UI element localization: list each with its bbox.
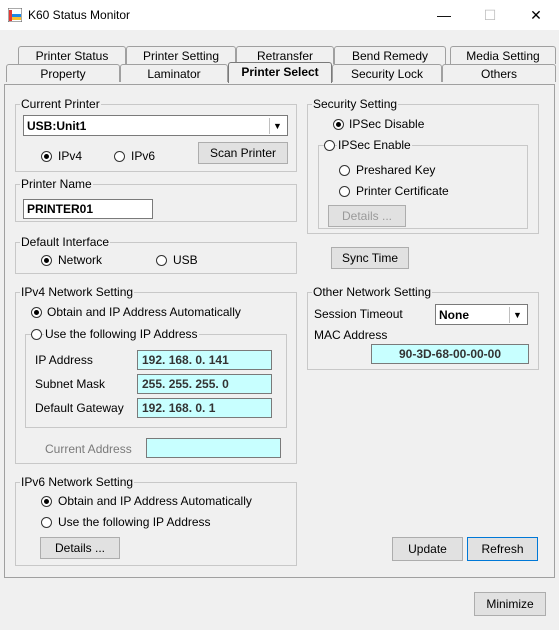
ipv4-network-group: IPv4 Network Setting Obtain and IP Addre… xyxy=(15,285,297,464)
ipsec-enable-group: IPSec Enable Preshared Key Printer Certi… xyxy=(318,138,528,229)
default-gateway-label: Default Gateway xyxy=(35,401,124,415)
preshared-key-radio[interactable] xyxy=(339,165,350,176)
mac-address-label: MAC Address xyxy=(314,328,388,342)
security-legend: Security Setting xyxy=(312,97,399,111)
printer-certificate-label: Printer Certificate xyxy=(356,184,449,198)
network-label: Network xyxy=(58,253,103,267)
tab-laminator[interactable]: Laminator xyxy=(120,64,228,82)
close-window-button[interactable]: ✕ xyxy=(513,0,559,30)
ipv4-radio[interactable] xyxy=(41,151,52,162)
subnet-mask-field[interactable]: 255. 255. 255. 0 xyxy=(137,374,272,394)
tab-bend-remedy[interactable]: Bend Remedy xyxy=(334,46,446,64)
app-icon xyxy=(8,8,22,22)
subnet-mask-label: Subnet Mask xyxy=(35,377,106,391)
ipv6-auto-label: Obtain and IP Address Automatically xyxy=(58,494,252,508)
security-details-button[interactable]: Details ... xyxy=(328,205,406,227)
maximize-window-button[interactable]: ☐ xyxy=(467,0,513,30)
printer-name-field[interactable]: PRINTER01 xyxy=(23,199,153,219)
printer-name-legend: Printer Name xyxy=(20,177,93,191)
update-button[interactable]: Update xyxy=(392,537,463,561)
chevron-down-icon: ▼ xyxy=(269,118,285,134)
mac-address-field: 90-3D-68-00-00-00 xyxy=(371,344,529,364)
ipv4-manual-radio[interactable] xyxy=(31,329,42,340)
ipsec-disable-radio[interactable] xyxy=(333,119,344,130)
preshared-key-label: Preshared Key xyxy=(356,163,436,177)
ipsec-enable-label: IPSec Enable xyxy=(337,138,412,152)
usb-radio[interactable] xyxy=(156,255,167,266)
tab-printer-status[interactable]: Printer Status xyxy=(18,46,126,64)
ip-address-label: IP Address xyxy=(35,353,93,367)
ipv6-legend: IPv6 Network Setting xyxy=(20,475,135,489)
ipv4-legend: IPv4 Network Setting xyxy=(20,285,135,299)
minimize-window-button[interactable]: — xyxy=(421,0,467,30)
chevron-down-icon: ▼ xyxy=(509,307,525,323)
title-bar: K60 Status Monitor — ☐ ✕ xyxy=(0,0,559,30)
ipv6-auto-radio[interactable] xyxy=(41,496,52,507)
ipv4-auto-label: Obtain and IP Address Automatically xyxy=(47,305,241,319)
default-interface-group: Default Interface Network USB xyxy=(15,235,297,274)
current-address-field xyxy=(146,438,281,458)
ipv4-manual-group: Use the following IP Address IP Address … xyxy=(25,327,287,428)
tab-others[interactable]: Others xyxy=(442,64,556,82)
ipv6-manual-label: Use the following IP Address xyxy=(58,515,211,529)
default-interface-legend: Default Interface xyxy=(20,235,111,249)
other-network-legend: Other Network Setting xyxy=(312,285,433,299)
usb-label: USB xyxy=(173,253,198,267)
ipv4-manual-label: Use the following IP Address xyxy=(44,327,199,341)
ipsec-enable-radio[interactable] xyxy=(324,140,335,151)
current-printer-legend: Current Printer xyxy=(20,97,101,111)
refresh-button[interactable]: Refresh xyxy=(467,537,538,561)
current-address-label: Current Address xyxy=(45,442,132,456)
current-printer-select[interactable]: USB:Unit1 ▼ xyxy=(23,115,288,136)
window-title: K60 Status Monitor xyxy=(28,8,131,22)
ipv6-label: IPv6 xyxy=(131,149,156,163)
tab-security-lock[interactable]: Security Lock xyxy=(332,64,442,82)
current-printer-value: USB:Unit1 xyxy=(27,119,87,133)
ipsec-disable-label: IPSec Disable xyxy=(349,117,425,131)
session-timeout-select[interactable]: None ▼ xyxy=(435,304,528,325)
printer-name-group: Printer Name PRINTER01 xyxy=(15,177,297,222)
session-timeout-label: Session Timeout xyxy=(314,307,403,321)
tab-media-setting[interactable]: Media Setting xyxy=(450,46,556,64)
ip-address-field[interactable]: 192. 168. 0. 141 xyxy=(137,350,272,370)
ipv4-auto-radio[interactable] xyxy=(31,307,42,318)
ipv6-radio[interactable] xyxy=(114,151,125,162)
security-setting-group: Security Setting IPSec Disable IPSec Ena… xyxy=(307,97,539,234)
session-timeout-value: None xyxy=(439,308,469,322)
other-network-group: Other Network Setting Session Timeout No… xyxy=(307,285,539,370)
tab-printer-setting[interactable]: Printer Setting xyxy=(126,46,236,64)
ipv6-manual-radio[interactable] xyxy=(41,517,52,528)
tab-property[interactable]: Property xyxy=(6,64,120,82)
default-gateway-field[interactable]: 192. 168. 0. 1 xyxy=(137,398,272,418)
sync-time-button[interactable]: Sync Time xyxy=(331,247,409,269)
network-radio[interactable] xyxy=(41,255,52,266)
current-printer-group: Current Printer USB:Unit1 ▼ IPv4 IPv6 Sc… xyxy=(15,97,297,172)
printer-certificate-radio[interactable] xyxy=(339,186,350,197)
tab-printer-select[interactable]: Printer Select xyxy=(228,62,332,83)
ipv4-label: IPv4 xyxy=(58,149,83,163)
ipv6-network-group: IPv6 Network Setting Obtain and IP Addre… xyxy=(15,475,297,566)
scan-printer-button[interactable]: Scan Printer xyxy=(198,142,288,164)
ipv6-details-button[interactable]: Details ... xyxy=(40,537,120,559)
minimize-button[interactable]: Minimize xyxy=(474,592,546,616)
